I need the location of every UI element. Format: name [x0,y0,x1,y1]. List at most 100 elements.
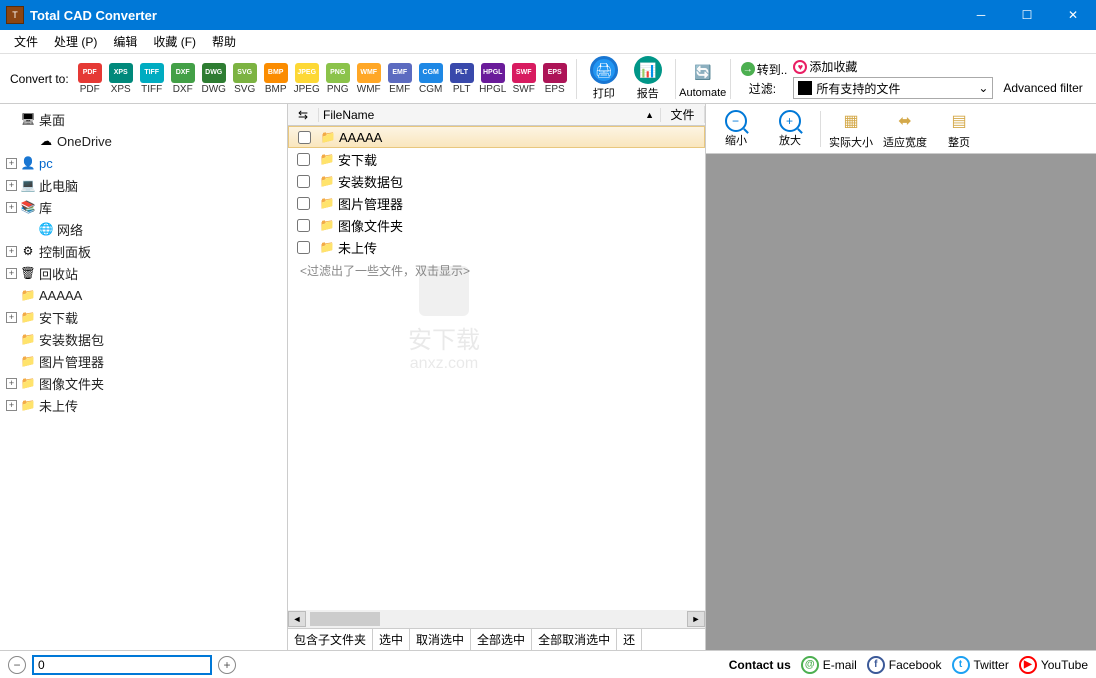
social-facebook[interactable]: fFacebook [867,656,942,674]
close-button[interactable]: ✕ [1050,0,1096,30]
format-pdf[interactable]: PDFPDF [75,63,105,95]
menu-1[interactable]: 处理 (P) [46,31,105,52]
footer-btn-4[interactable]: 全部取消选中 [532,629,617,650]
format-swf[interactable]: SWFSWF [509,63,539,95]
footer-btn-0[interactable]: 包含子文件夹 [288,629,373,650]
tree-item-13[interactable]: +📁未上传 [0,394,287,416]
tree-item-3[interactable]: +💻此电脑 [0,174,287,196]
expand-icon[interactable]: + [6,246,17,257]
social-twitter[interactable]: tTwitter [952,656,1009,674]
format-emf[interactable]: EMFEMF [385,63,415,95]
filtered-message[interactable]: <过滤出了一些文件，双击显示> [288,258,705,283]
expand-icon[interactable]: + [6,158,17,169]
format-tiff[interactable]: TIFFTIFF [137,63,167,95]
advanced-filter-link[interactable]: Advanced filter [1003,81,1082,95]
format-dwg[interactable]: DWGDWG [199,63,229,95]
menu-0[interactable]: 文件 [6,31,46,52]
format-cgm[interactable]: CGMCGM [416,63,446,95]
tree-item-4[interactable]: +📚库 [0,196,287,218]
file-row[interactable]: 📁AAAAA [288,126,705,148]
preview-btn-1[interactable]: +放大 [766,110,814,148]
format-xps[interactable]: XPSXPS [106,63,136,95]
automate-button[interactable]: 🔄 Automate [682,58,724,99]
preview-btn-4[interactable]: ▤整页 [935,108,983,150]
files-list: 📁AAAAA📁安下载📁安装数据包📁图片管理器📁图像文件夹📁未上传<过滤出了一些文… [288,126,705,610]
file-row[interactable]: 📁安装数据包 [288,170,705,192]
tree-item-5[interactable]: 🌐网络 [0,218,287,240]
format-wmf[interactable]: WMFWMF [354,63,384,95]
menu-4[interactable]: 帮助 [204,31,244,52]
menu-2[interactable]: 编辑 [105,31,145,52]
plus-button[interactable]: + [218,656,236,674]
file-checkbox[interactable] [297,241,310,254]
file-checkbox[interactable] [297,197,310,210]
horizontal-scrollbar[interactable]: ◄ ► [288,610,705,628]
format-icon: CGM [419,63,443,83]
social-youtube[interactable]: ▶YouTube [1019,656,1088,674]
file-row[interactable]: 📁未上传 [288,236,705,258]
tree-item-12[interactable]: +📁图像文件夹 [0,372,287,394]
file-checkbox[interactable] [297,219,310,232]
folder-icon: 📁 [318,218,336,232]
tree-item-7[interactable]: +🗑回收站 [0,262,287,284]
format-jpeg[interactable]: JPEGJPEG [292,63,322,95]
tree-item-1[interactable]: ☁OneDrive [0,130,287,152]
status-input[interactable] [32,655,212,675]
scroll-thumb[interactable] [310,612,380,626]
header-arrow-icon[interactable]: ⇆ [288,108,318,122]
file-row[interactable]: 📁安下载 [288,148,705,170]
format-dxf[interactable]: DXFDXF [168,63,198,95]
goto-button[interactable]: → 转到.. [741,61,788,78]
tree-item-8[interactable]: 📁AAAAA [0,284,287,306]
tree-item-6[interactable]: +⚙控制面板 [0,240,287,262]
preview-btn-0[interactable]: −缩小 [712,110,760,148]
preview-btn-3[interactable]: ⬌适应宽度 [881,108,929,150]
format-hpgl[interactable]: HPGLHPGL [478,63,508,95]
tree-item-10[interactable]: 📁安装数据包 [0,328,287,350]
maximize-button[interactable]: ☐ [1004,0,1050,30]
file-row[interactable]: 📁图像文件夹 [288,214,705,236]
column-file[interactable]: 文件 [661,106,705,123]
format-svg[interactable]: SVGSVG [230,63,260,95]
tree-item-11[interactable]: 📁图片管理器 [0,350,287,372]
file-row[interactable]: 📁图片管理器 [288,192,705,214]
expand-icon[interactable]: + [6,202,17,213]
heart-icon: ♥ [793,60,807,74]
format-png[interactable]: PNGPNG [323,63,353,95]
social-e-mail[interactable]: @E-mail [801,656,857,674]
report-icon: 📊 [634,56,662,84]
format-plt[interactable]: PLTPLT [447,63,477,95]
tree-item-9[interactable]: +📁安下载 [0,306,287,328]
file-checkbox[interactable] [297,153,310,166]
folder-icon: 📁 [318,240,336,254]
menu-3[interactable]: 收藏 (F) [145,31,204,52]
minus-button[interactable]: − [8,656,26,674]
scroll-right-icon[interactable]: ► [687,611,705,627]
format-icon: SVG [233,63,257,83]
separator [576,59,577,99]
scroll-left-icon[interactable]: ◄ [288,611,306,627]
tree-item-0[interactable]: 🖥桌面 [0,108,287,130]
expand-icon[interactable]: + [6,312,17,323]
expand-icon[interactable]: + [6,268,17,279]
footer-btn-3[interactable]: 全部选中 [471,629,532,650]
footer-btn-1[interactable]: 选中 [373,629,410,650]
footer-btn-2[interactable]: 取消选中 [410,629,471,650]
minimize-button[interactable]: ─ [958,0,1004,30]
preview-btn-2[interactable]: ▦实际大小 [827,108,875,150]
report-button[interactable]: 📊 报告 [627,56,669,101]
print-button[interactable]: 🖨 打印 [583,56,625,101]
file-checkbox[interactable] [297,175,310,188]
expand-icon[interactable]: + [6,378,17,389]
favorite-button[interactable]: ♥ 添加收藏 [793,58,1082,75]
file-checkbox[interactable] [298,131,311,144]
format-eps[interactable]: EPSEPS [540,63,570,95]
expand-icon[interactable]: + [6,180,17,191]
format-bmp[interactable]: BMPBMP [261,63,291,95]
filter-select[interactable]: 所有支持的文件 ⌄ [793,77,993,99]
footer-btn-5[interactable]: 还 [617,629,642,650]
column-filename[interactable]: FileName ▲ [318,108,661,122]
tree-icon: 📚 [20,200,36,214]
expand-icon[interactable]: + [6,400,17,411]
tree-item-2[interactable]: +👤pc [0,152,287,174]
